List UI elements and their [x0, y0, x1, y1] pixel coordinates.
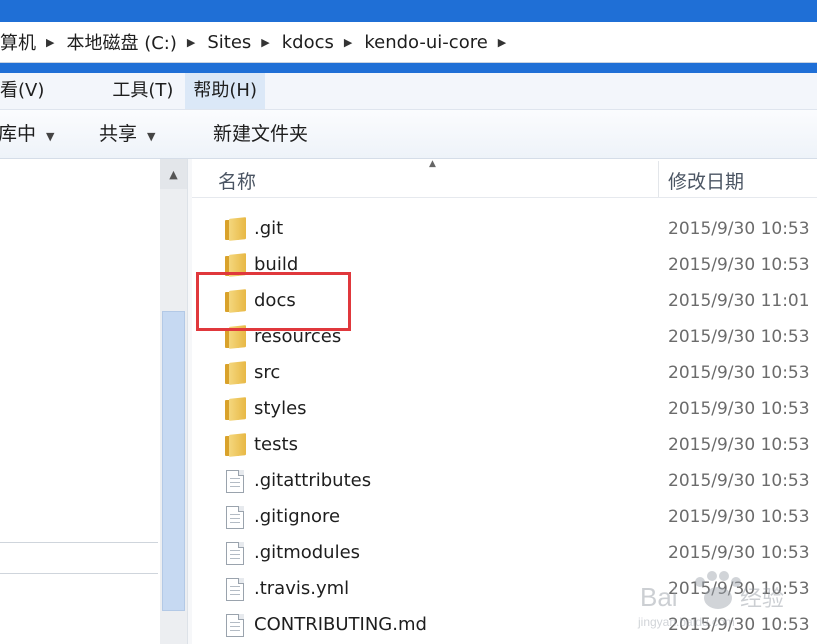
column-divider[interactable]	[658, 161, 659, 197]
column-header-name[interactable]: 名称	[218, 159, 256, 197]
divider	[0, 542, 158, 543]
include-in-library-button[interactable]: 库中 ▼	[0, 110, 54, 158]
file-name: .git	[254, 218, 284, 239]
list-header: 名称 ▲ 修改日期	[192, 159, 817, 198]
file-date-modified: 2015/9/30 10:53	[668, 507, 810, 527]
file-row[interactable]: styles 2015/9/30 10:53	[192, 391, 817, 427]
window-title-bar	[0, 0, 817, 22]
file-name: tests	[254, 434, 298, 455]
breadcrumb-chevron-icon[interactable]: ▶	[261, 36, 269, 49]
share-button[interactable]: 共享 ▼	[99, 110, 155, 158]
include-in-library-label: 库中	[0, 123, 37, 145]
file-name: .gitignore	[254, 506, 341, 527]
baidu-jingyan-watermark: Bai 经验 jingyan.baidu.com	[630, 560, 810, 640]
document-icon	[223, 541, 247, 565]
menu-bar: 看(V) 工具(T) 帮助(H)	[0, 73, 817, 110]
file-date-modified: 2015/9/30 10:53	[668, 327, 810, 347]
sort-ascending-icon: ▲	[429, 159, 436, 169]
window-frame-strip	[0, 63, 817, 73]
breadcrumb-chevron-icon[interactable]: ▶	[498, 36, 506, 49]
chevron-down-icon: ▼	[46, 130, 55, 143]
file-row[interactable]: src 2015/9/30 10:53	[192, 355, 817, 391]
file-date-modified: 2015/9/30 10:53	[668, 255, 810, 275]
svg-text:经验: 经验	[740, 586, 784, 611]
command-toolbar: 库中 ▼ 共享 ▼ 新建文件夹	[0, 110, 817, 159]
breadcrumb-sites[interactable]: Sites	[207, 32, 251, 53]
new-folder-button[interactable]: 新建文件夹	[213, 110, 308, 158]
scroll-up-arrow-icon[interactable]: ▲	[160, 159, 187, 189]
highlight-annotation-box	[196, 272, 351, 331]
svg-text:Bai: Bai	[640, 582, 678, 612]
file-row[interactable]: .gitattributes 2015/9/30 10:53	[192, 463, 817, 499]
breadcrumb-chevron-icon[interactable]: ▶	[344, 36, 352, 49]
file-name: styles	[254, 398, 307, 419]
document-icon	[223, 577, 247, 601]
file-date-modified: 2015/9/30 10:53	[668, 471, 810, 491]
file-date-modified: 2015/9/30 10:53	[668, 363, 810, 383]
divider	[0, 573, 158, 574]
column-header-date-modified[interactable]: 修改日期	[668, 159, 744, 197]
navigation-scrollbar[interactable]: ▲	[160, 159, 187, 644]
menu-help[interactable]: 帮助(H)	[185, 73, 265, 109]
share-label: 共享	[99, 123, 138, 145]
file-name: CONTRIBUTING.md	[254, 614, 427, 635]
document-icon	[223, 613, 247, 637]
address-bar[interactable]: 算机 ▶ 本地磁盘 (C:) ▶ Sites ▶ kdocs ▶ kendo-u…	[0, 22, 817, 63]
file-date-modified: 2015/9/30 10:53	[668, 435, 810, 455]
breadcrumb-chevron-icon[interactable]: ▶	[187, 36, 195, 49]
file-row[interactable]: .git 2015/9/30 10:53	[192, 211, 817, 247]
chevron-down-icon: ▼	[147, 130, 156, 143]
file-date-modified: 2015/9/30 10:53	[668, 399, 810, 419]
menu-view[interactable]: 看(V)	[0, 73, 52, 109]
breadcrumb-computer[interactable]: 算机	[0, 29, 36, 55]
file-row[interactable]: tests 2015/9/30 10:53	[192, 427, 817, 463]
file-date-modified: 2015/9/30 10:53	[668, 219, 810, 239]
breadcrumb-kdocs[interactable]: kdocs	[282, 32, 334, 53]
document-icon	[223, 505, 247, 529]
folder-icon	[223, 361, 247, 385]
svg-text:jingyan.baidu.com: jingyan.baidu.com	[637, 615, 735, 629]
breadcrumb-chevron-icon[interactable]: ▶	[46, 36, 54, 49]
file-name: .travis.yml	[254, 578, 350, 599]
scroll-thumb[interactable]	[162, 311, 185, 611]
file-name: .gitattributes	[254, 470, 372, 491]
breadcrumb-kendo-ui-core[interactable]: kendo-ui-core	[364, 32, 487, 53]
menu-tools[interactable]: 工具(T)	[104, 73, 181, 109]
breadcrumb-local-disk-c[interactable]: 本地磁盘 (C:)	[66, 29, 176, 55]
file-row[interactable]: .gitignore 2015/9/30 10:53	[192, 499, 817, 535]
folder-icon	[223, 397, 247, 421]
folder-icon	[223, 217, 247, 241]
file-name: src	[254, 362, 281, 383]
folder-icon	[223, 433, 247, 457]
file-name: .gitmodules	[254, 542, 361, 563]
navigation-pane[interactable]	[0, 159, 160, 644]
file-date-modified: 2015/9/30 11:01	[668, 291, 810, 311]
document-icon	[223, 469, 247, 493]
